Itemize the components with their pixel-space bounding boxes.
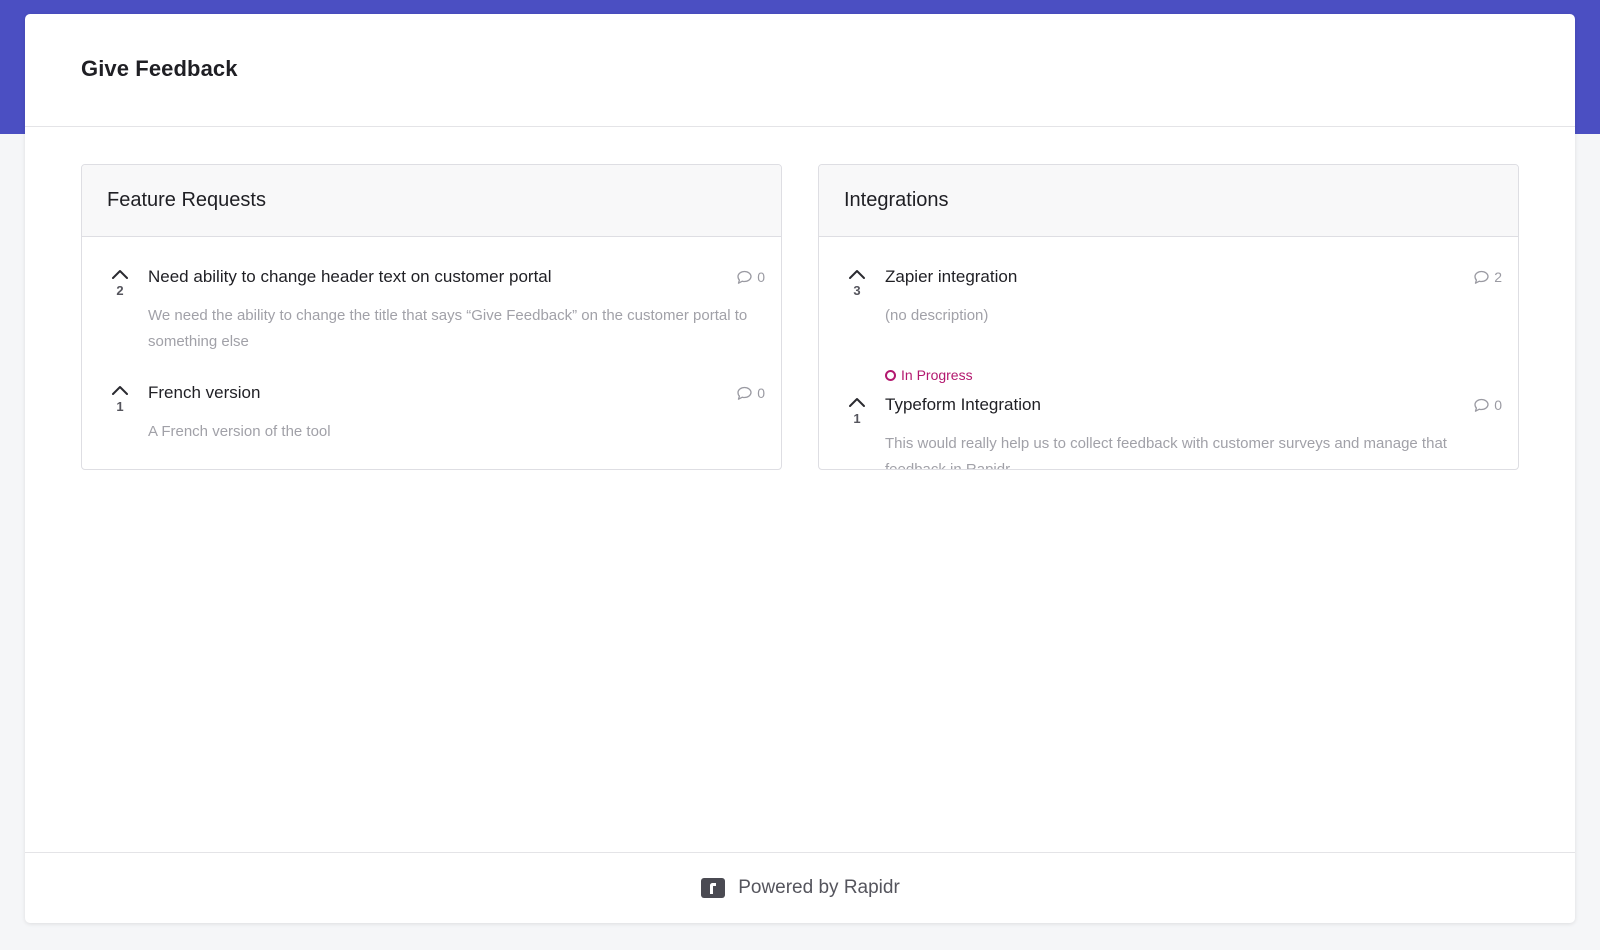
page-header: Give Feedback bbox=[25, 14, 1575, 127]
board-title[interactable]: Feature Requests bbox=[107, 189, 266, 212]
chevron-up-icon[interactable] bbox=[845, 265, 869, 285]
vote-count: 1 bbox=[116, 399, 124, 414]
status-badge: In Progress bbox=[885, 367, 973, 383]
post-title[interactable]: Zapier integration bbox=[885, 267, 1017, 287]
post-description: A French version of the tool bbox=[148, 423, 331, 440]
comment-count-value: 2 bbox=[1494, 269, 1502, 285]
chevron-up-icon[interactable] bbox=[845, 393, 869, 413]
comment-count-value: 0 bbox=[1494, 397, 1502, 413]
post-description: (no description) bbox=[885, 307, 989, 324]
upvote-button[interactable]: 1 bbox=[845, 393, 869, 426]
comment-count-value: 0 bbox=[757, 385, 765, 401]
upvote-button[interactable]: 1 bbox=[108, 381, 132, 414]
upvote-button[interactable]: 2 bbox=[108, 265, 132, 298]
status-label: In Progress bbox=[901, 367, 973, 383]
chevron-up-icon[interactable] bbox=[108, 265, 132, 285]
board-feature-requests: Feature Requests 2 Need ability to chang… bbox=[81, 164, 782, 470]
speech-bubble-icon bbox=[1474, 270, 1489, 284]
vote-count: 3 bbox=[853, 283, 861, 298]
board-integrations: Integrations 3 Zapier integration 2 (no … bbox=[818, 164, 1519, 470]
post-title[interactable]: Typeform Integration bbox=[885, 395, 1041, 415]
status-ring-icon bbox=[885, 369, 896, 381]
comment-count[interactable]: 0 bbox=[736, 385, 765, 401]
chevron-up-icon[interactable] bbox=[108, 381, 132, 401]
comment-count[interactable]: 0 bbox=[1473, 397, 1502, 413]
page-footer: Powered by Rapidr bbox=[25, 852, 1575, 923]
portal-card: Give Feedback Feature Requests 2 Need ab… bbox=[25, 14, 1575, 923]
board-posts: 2 Need ability to change header text on … bbox=[82, 237, 781, 469]
comment-count[interactable]: 0 bbox=[736, 269, 765, 285]
rapidr-logo-icon[interactable] bbox=[700, 877, 726, 899]
post-title[interactable]: French version bbox=[148, 383, 260, 403]
board-header[interactable]: Feature Requests bbox=[82, 165, 781, 237]
comment-count-value: 0 bbox=[757, 269, 765, 285]
upvote-button[interactable]: 3 bbox=[845, 265, 869, 298]
board-title[interactable]: Integrations bbox=[844, 189, 949, 212]
vote-count: 1 bbox=[853, 411, 861, 426]
post-description: This would really help us to collect fee… bbox=[885, 435, 1447, 469]
post-title[interactable]: Need ability to change header text on cu… bbox=[148, 267, 552, 287]
speech-bubble-icon bbox=[737, 270, 752, 284]
post-description: We need the ability to change the title … bbox=[148, 307, 748, 350]
boards-container: Feature Requests 2 Need ability to chang… bbox=[81, 164, 1519, 470]
page-title: Give Feedback bbox=[81, 56, 238, 81]
speech-bubble-icon bbox=[1474, 398, 1489, 412]
vote-count: 2 bbox=[116, 283, 124, 298]
speech-bubble-icon bbox=[737, 386, 752, 400]
board-header[interactable]: Integrations bbox=[819, 165, 1518, 237]
comment-count[interactable]: 2 bbox=[1473, 269, 1502, 285]
powered-by-link[interactable]: Powered by Rapidr bbox=[738, 877, 900, 899]
board-posts: 3 Zapier integration 2 (no description) … bbox=[819, 237, 1518, 469]
